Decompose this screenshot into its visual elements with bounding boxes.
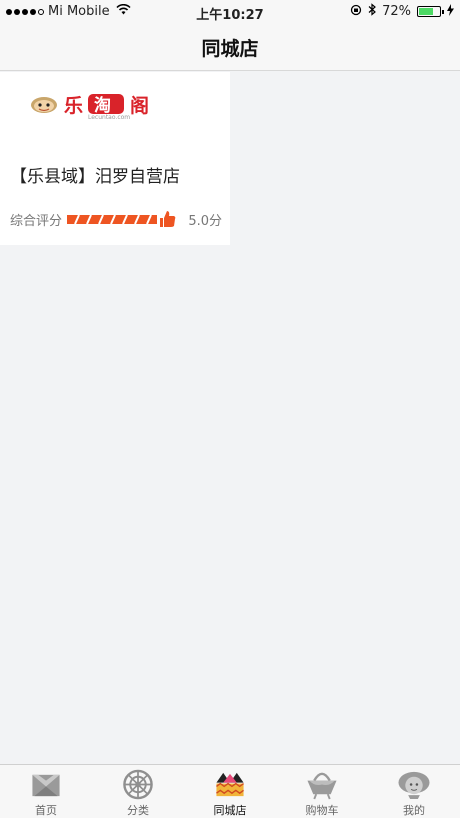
tab-label-profile: 我的 bbox=[403, 804, 425, 817]
status-right: 72% bbox=[350, 3, 454, 20]
tab-category[interactable]: 分类 bbox=[92, 765, 184, 818]
logo-char-1: 乐 bbox=[64, 95, 83, 117]
page-title: 同城店 bbox=[201, 37, 259, 60]
tab-cart[interactable]: 购物车 bbox=[276, 765, 368, 818]
rotation-lock-icon bbox=[350, 4, 362, 20]
status-bar: Mi Mobile 上午10:27 72% bbox=[0, 0, 460, 24]
shop-card[interactable]: 乐 淘 阁 Lecuntao.com 【乐县域】汨罗自营店 综合评分 5.0分 bbox=[0, 72, 230, 245]
profile-icon bbox=[398, 771, 430, 800]
battery-percent: 72% bbox=[382, 4, 411, 19]
logo-subtext: Lecuntao.com bbox=[88, 114, 130, 120]
local-store-icon bbox=[216, 772, 244, 797]
tab-label-local-store: 同城店 bbox=[213, 804, 247, 817]
rating-label: 综合评分 bbox=[10, 213, 63, 229]
tab-home[interactable]: 首页 bbox=[0, 765, 92, 818]
tab-profile[interactable]: 我的 bbox=[368, 765, 460, 818]
bluetooth-icon bbox=[368, 3, 377, 20]
tab-label-cart: 购物车 bbox=[305, 804, 339, 817]
rating-bar bbox=[67, 211, 176, 227]
battery-icon bbox=[417, 6, 444, 17]
rating-value: 5.0分 bbox=[188, 213, 222, 229]
shop-name[interactable]: 【乐县域】汨罗自营店 bbox=[10, 162, 180, 187]
tab-bar: 首页 分类 同城店 购物车 我的 bbox=[0, 764, 460, 818]
nav-bar: 同城店 bbox=[0, 24, 460, 71]
home-icon bbox=[32, 774, 60, 797]
logo-graphic: 乐 淘 阁 Lecuntao.com bbox=[31, 94, 149, 121]
rating-row: 综合评分 5.0分 bbox=[10, 208, 222, 230]
tab-label-category: 分类 bbox=[127, 804, 149, 817]
tab-local-store[interactable]: 同城店 bbox=[184, 765, 276, 818]
thumbs-up-icon bbox=[160, 211, 176, 227]
logo-char-2: 淘 bbox=[94, 95, 111, 116]
category-icon bbox=[123, 769, 153, 800]
tab-label-home: 首页 bbox=[35, 804, 57, 817]
charging-icon bbox=[447, 3, 454, 20]
logo-char-3: 阁 bbox=[130, 94, 149, 117]
cart-basket-icon bbox=[307, 772, 337, 800]
shop-logo: 乐 淘 阁 Lecuntao.com bbox=[30, 92, 190, 121]
